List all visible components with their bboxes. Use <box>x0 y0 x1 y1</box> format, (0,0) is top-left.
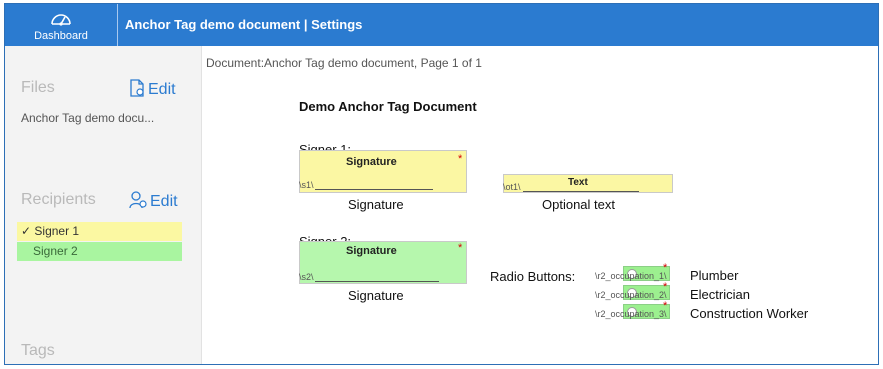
signer2-signature-field[interactable]: Signature * <box>299 241 467 284</box>
text-line <box>523 191 639 192</box>
recipients-edit-label: Edit <box>150 193 178 210</box>
files-edit-label: Edit <box>148 81 176 98</box>
document-edit-icon <box>130 79 144 97</box>
recipient-signer-1[interactable]: ✓ Signer 1 <box>17 222 182 241</box>
recipient-signer-2[interactable]: Signer 2 <box>17 242 182 261</box>
signer1-signature-field[interactable]: Signature * <box>299 150 467 193</box>
signer1-anchor-text: \s1\ <box>299 180 314 190</box>
sidebar: Files Edit Anchor Tag demo docu... Recip… <box>5 46 202 364</box>
document-viewer: Document:Anchor Tag demo document, Page … <box>202 46 878 364</box>
file-name[interactable]: Anchor Tag demo docu... <box>21 111 154 125</box>
signature-field-label: Signature <box>346 156 397 168</box>
signer2-caption: Signature <box>348 288 404 303</box>
text-anchor-text: \ot1\ <box>503 182 521 192</box>
page-title: Anchor Tag demo document | Settings <box>125 17 363 32</box>
dashboard-button[interactable]: Dashboard <box>5 4 118 46</box>
signer1-caption: Signature <box>348 197 404 212</box>
recipient-label: Signer 1 <box>34 224 80 238</box>
app-frame: Dashboard Anchor Tag demo document | Set… <box>4 3 879 365</box>
radio1-anchor-text: \r2_occupation_1\ <box>595 271 667 281</box>
signature-field-label: Signature <box>346 245 397 257</box>
document-title: Demo Anchor Tag Document <box>299 99 477 114</box>
user-edit-icon <box>129 191 147 209</box>
recipients-heading: Recipients <box>21 191 96 208</box>
text-caption: Optional text <box>542 197 615 212</box>
radio-buttons-label: Radio Buttons: <box>490 269 576 284</box>
check-icon: ✓ <box>21 224 32 238</box>
files-heading: Files <box>21 79 55 96</box>
radio3-label: Construction Worker <box>690 306 809 321</box>
radio3-anchor-text: \r2_occupation_3\ <box>595 309 667 319</box>
dashboard-gauge-icon <box>51 14 71 26</box>
signer2-anchor-text: \s2\ <box>299 272 314 282</box>
signer1-signature-line <box>315 189 433 190</box>
tags-heading: Tags <box>21 342 55 359</box>
files-edit-button[interactable]: Edit <box>129 79 176 99</box>
required-marker: * <box>458 242 463 254</box>
radio2-anchor-text: \r2_occupation_2\ <box>595 290 667 300</box>
required-marker: * <box>458 153 463 165</box>
recipient-label: Signer 2 <box>33 244 78 258</box>
document-breadcrumb: Document:Anchor Tag demo document, Page … <box>206 56 482 70</box>
signer2-signature-line <box>315 281 439 282</box>
text-field-label: Text <box>568 177 588 188</box>
recipients-edit-button[interactable]: Edit <box>129 191 178 211</box>
dashboard-label: Dashboard <box>34 30 88 42</box>
top-bar: Dashboard Anchor Tag demo document | Set… <box>5 4 878 46</box>
radio2-label: Electrician <box>690 287 750 302</box>
radio1-label: Plumber <box>690 268 739 283</box>
